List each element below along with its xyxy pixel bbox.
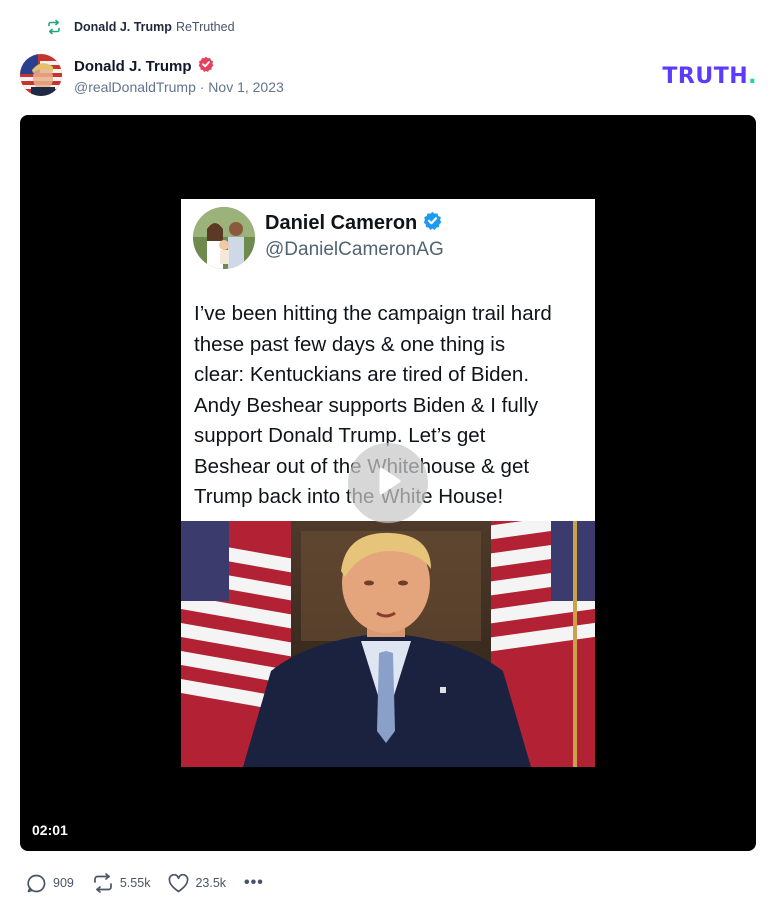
like-count: 23.5k [195, 876, 227, 890]
reply-button[interactable]: 909 [26, 873, 74, 894]
like-button[interactable]: 23.5k [168, 873, 227, 893]
truth-logo-text: TRUTH [662, 64, 749, 89]
play-button[interactable] [348, 443, 428, 523]
retruth-label: ReTruthed [175, 20, 235, 34]
tweet-verified-icon [423, 211, 442, 236]
retruth-button[interactable]: 5.55k [92, 873, 151, 893]
reply-icon [26, 873, 47, 894]
truth-logo-dot: . [748, 64, 757, 89]
more-icon: ••• [244, 874, 264, 891]
author-name[interactable]: Donald J. Trump [74, 56, 214, 76]
more-options-button[interactable]: ••• [244, 874, 264, 892]
retruth-icon [46, 19, 62, 35]
tweet-author-name: Daniel Cameron [265, 211, 442, 236]
play-icon [371, 464, 405, 503]
tweet-avatar [193, 207, 255, 269]
heart-icon [168, 873, 189, 893]
retruth-bar: Donald J. Trump ReTruthed [46, 17, 235, 37]
author-handle-date: @realDonaldTrump · Nov 1, 2023 [74, 79, 284, 95]
retruth-count: 5.55k [119, 876, 151, 890]
video-player[interactable]: Daniel Cameron @DanielCameronAG I’ve bee… [20, 115, 756, 851]
tweet-author-handle: @DanielCameronAG [265, 239, 444, 260]
video-duration: 02:01 [32, 822, 68, 838]
video-scene-image [181, 482, 595, 767]
post-actions: 909 5.55k 23.5k ••• [26, 872, 282, 894]
truth-social-logo: TRUTH. [662, 64, 757, 89]
retruth-author-link[interactable]: Donald J. Trump [74, 20, 172, 34]
tweet-author-name-text: Daniel Cameron [265, 212, 418, 234]
author-name-text[interactable]: Donald J. Trump [74, 58, 192, 75]
author-avatar[interactable] [20, 54, 62, 96]
post-header: Donald J. Trump @realDonaldTrump · Nov 1… [20, 54, 757, 98]
retruth-action-icon [92, 873, 114, 893]
reply-count: 909 [53, 876, 74, 890]
verified-badge-icon [198, 56, 214, 76]
